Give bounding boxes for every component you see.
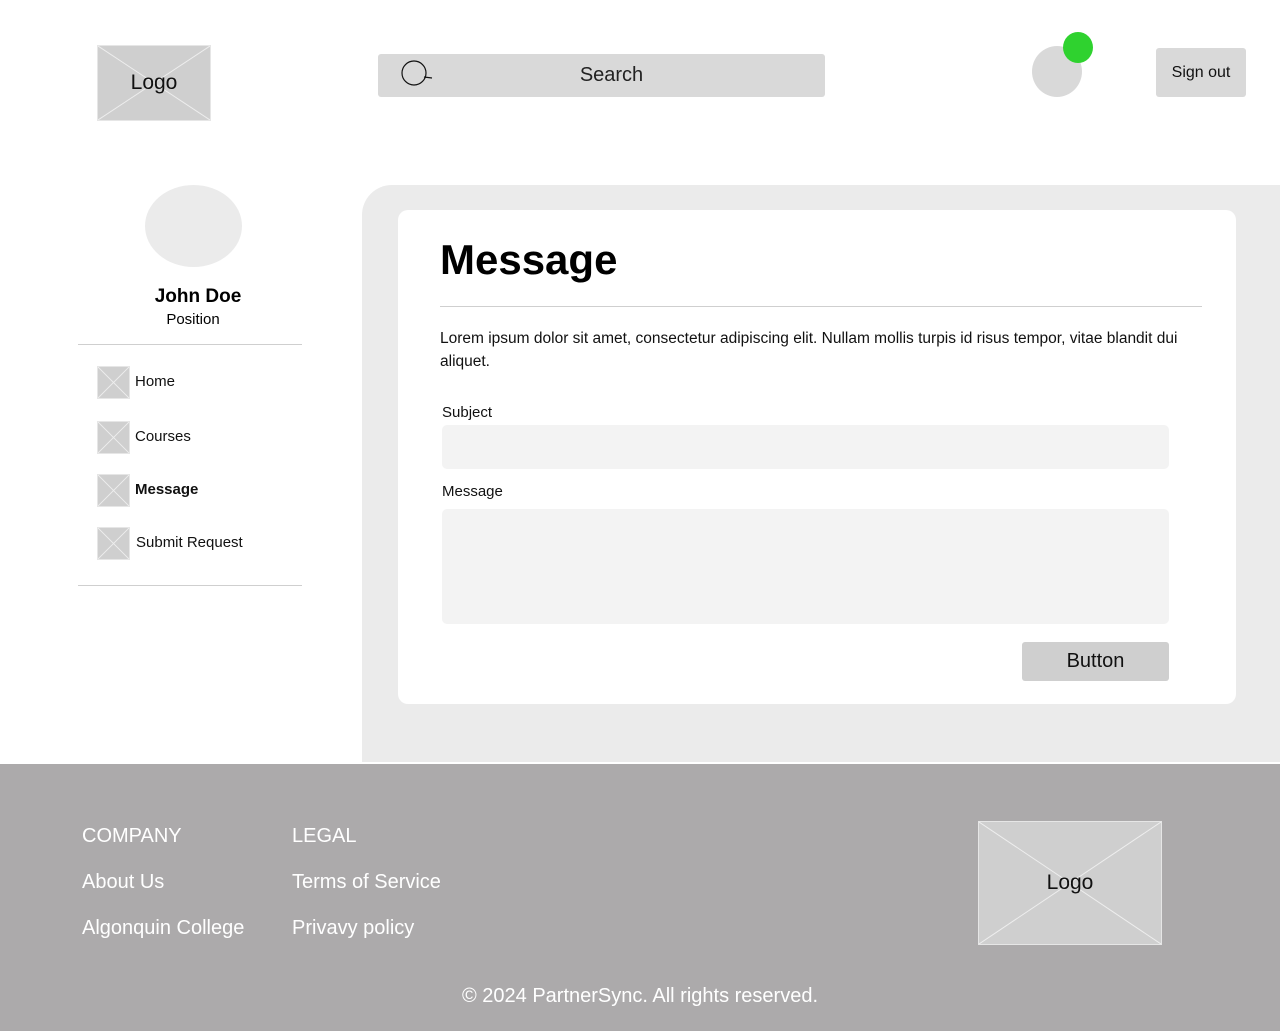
intro-text: Lorem ipsum dolor sit amet, consectetur … [440, 330, 1178, 370]
header-logo-label: Logo [130, 71, 178, 94]
image-placeholder-icon [97, 474, 130, 507]
footer-legal-heading: LEGAL [292, 825, 357, 847]
footer-logo: Logo [978, 821, 1162, 945]
image-placeholder-icon [97, 366, 130, 399]
sidebar-divider-bottom [78, 585, 302, 586]
title-divider [440, 306, 1202, 307]
header-logo[interactable]: Logo [97, 45, 211, 121]
footer-logo-label: Logo [1046, 871, 1094, 894]
subject-label: Subject [442, 404, 493, 421]
footer-link-algonquin-college[interactable]: Algonquin College [82, 917, 244, 940]
sidebar-item-submit-request[interactable]: Submit Request [97, 527, 297, 560]
profile-position: Position [166, 311, 220, 328]
sidebar-item-message[interactable]: Message [97, 474, 297, 507]
sidebar-item-courses[interactable]: Courses [97, 421, 297, 454]
message-label: Message [442, 483, 503, 500]
message-textarea[interactable] [442, 509, 1169, 624]
sidebar-item-label: Home [135, 373, 176, 390]
sidebar-item-label: Courses [135, 428, 191, 445]
sidebar-item-home[interactable]: Home [97, 366, 297, 399]
copyright-text: © 2024 PartnerSync. All rights reserved. [461, 985, 818, 1007]
footer-link-about-us[interactable]: About Us [82, 871, 164, 894]
footer-company-heading: COMPANY [82, 825, 182, 847]
subject-input[interactable] [442, 425, 1169, 469]
submit-button[interactable]: Button [1022, 642, 1169, 681]
sidebar-item-label: Message [135, 481, 199, 498]
image-placeholder-icon [97, 421, 130, 454]
profile-name: John Doe [154, 286, 242, 307]
search-placeholder: Search [579, 64, 644, 86]
page-title: Message [440, 236, 618, 283]
sidebar-item-label: Submit Request [136, 534, 243, 551]
image-placeholder-icon [97, 527, 130, 560]
sidebar-divider-top [78, 344, 302, 345]
footer-link-privacy[interactable]: Privavy policy [292, 917, 414, 940]
profile-avatar [145, 185, 242, 267]
search-bar[interactable]: Search [378, 54, 825, 97]
sign-out-button[interactable]: Sign out [1156, 48, 1246, 97]
notification-badge [1063, 32, 1093, 63]
footer-link-terms[interactable]: Terms of Service [292, 871, 441, 894]
